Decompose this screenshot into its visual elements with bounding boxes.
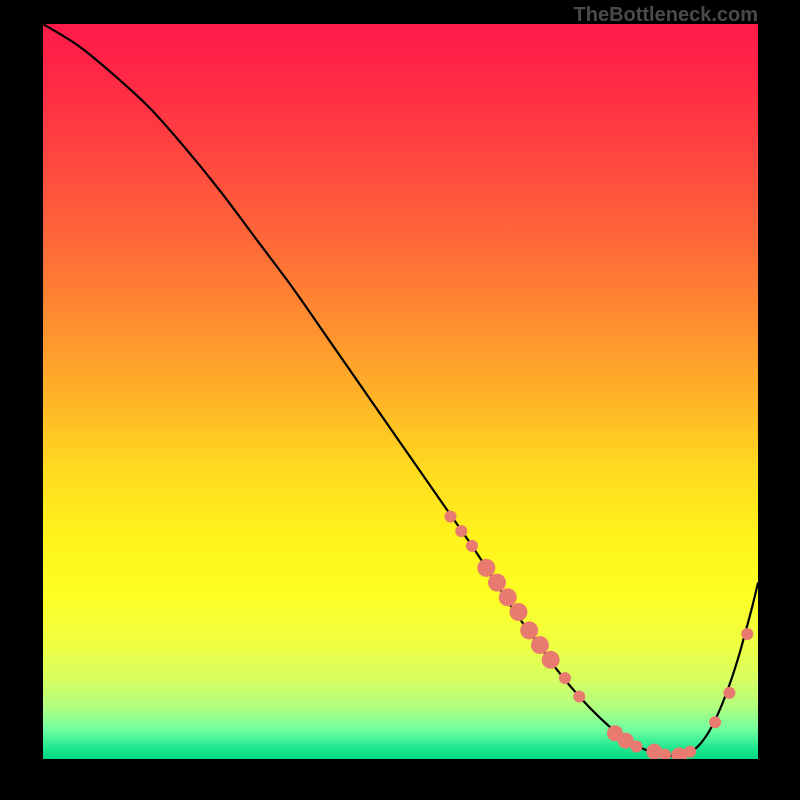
data-point-marker	[573, 691, 585, 703]
data-point-marker	[499, 588, 517, 606]
curve-svg	[43, 24, 758, 759]
data-point-marker	[520, 621, 538, 639]
data-point-marker	[531, 636, 549, 654]
data-point-marker	[709, 716, 721, 728]
data-point-marker	[466, 540, 478, 552]
data-point-marker	[477, 559, 495, 577]
data-point-marker	[509, 603, 527, 621]
data-point-marker	[630, 741, 642, 753]
data-point-marker	[741, 628, 753, 640]
data-point-marker	[723, 687, 735, 699]
data-point-marker	[445, 510, 457, 522]
plot-area	[43, 24, 758, 759]
bottleneck-curve-line	[43, 24, 758, 756]
data-point-marker	[488, 574, 506, 592]
data-point-marker	[684, 746, 696, 758]
data-point-marker	[559, 672, 571, 684]
chart-container: { "attribution": "TheBottleneck.com", "c…	[0, 0, 800, 800]
data-point-markers	[445, 510, 754, 759]
data-point-marker	[542, 651, 560, 669]
data-point-marker	[455, 525, 467, 537]
